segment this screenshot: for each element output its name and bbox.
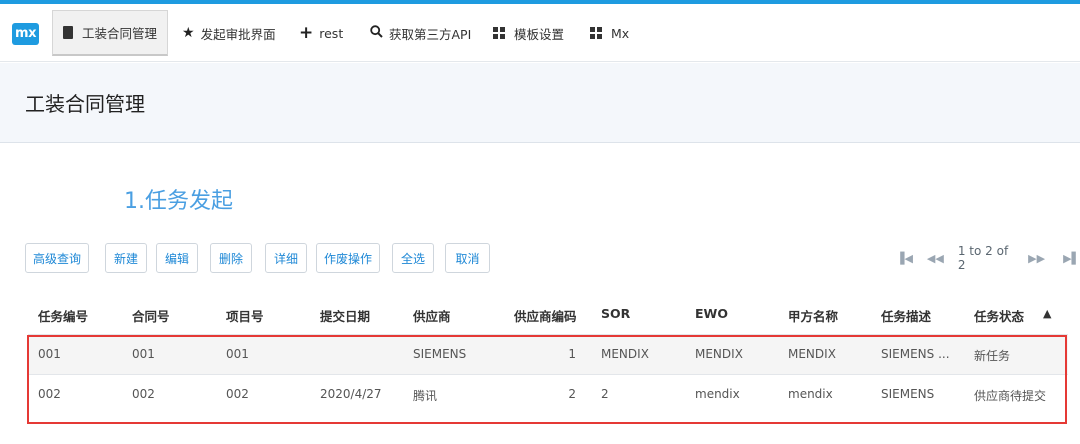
new-button[interactable]: 新建 xyxy=(105,243,147,273)
grid-icon xyxy=(590,27,602,39)
pagination-status: 1 to 2 of 2 xyxy=(957,244,1009,272)
column-header[interactable]: 任务编号 xyxy=(38,306,88,325)
table-cell: 002 xyxy=(226,387,249,401)
table-cell: SIEMENS xyxy=(413,347,467,361)
table-row[interactable]: 001 001 001 SIEMENS 1 MENDIX MENDIX MEND… xyxy=(28,334,1068,374)
void-operation-button[interactable]: 作废操作 xyxy=(316,243,380,273)
previous-page-icon[interactable]: ◀◀ xyxy=(927,252,944,265)
pagination: ▐◀ ◀◀ 1 to 2 of 2 ▶▶ ▶▌ xyxy=(896,244,1080,272)
column-header[interactable]: 项目号 xyxy=(226,306,264,325)
sort-ascending-icon[interactable]: ▲ xyxy=(1043,307,1051,320)
star-icon: ★ xyxy=(182,25,195,41)
table-cell: 供应商待提交 xyxy=(974,389,1047,403)
nav-item-label: 获取第三方API xyxy=(389,26,472,42)
nav-item-third-party-api[interactable]: 获取第三方API xyxy=(370,10,471,56)
detail-button[interactable]: 详细 xyxy=(265,243,307,273)
table-cell: MENDIX xyxy=(601,347,649,361)
column-header[interactable]: 供应商 xyxy=(413,306,451,325)
table-cell: 1 xyxy=(568,347,576,361)
top-navbar: mx 工装合同管理 ★ 发起审批界面 + rest 获取第三方API 模板设置 … xyxy=(0,4,1080,62)
app-logo[interactable]: mx xyxy=(12,23,39,45)
last-page-icon[interactable]: ▶▌ xyxy=(1063,252,1080,265)
select-all-button[interactable]: 全选 xyxy=(392,243,434,273)
delete-button[interactable]: 删除 xyxy=(210,243,252,273)
table-cell: mendix xyxy=(695,387,740,401)
table-cell: 腾讯 xyxy=(413,389,438,403)
column-header[interactable]: 供应商编码 xyxy=(514,306,577,325)
cancel-button[interactable]: 取消 xyxy=(445,243,490,273)
table-cell: mendix xyxy=(788,387,833,401)
nav-item-approval[interactable]: ★ 发起审批界面 xyxy=(182,10,276,56)
nav-item-rest[interactable]: + rest xyxy=(299,10,343,56)
column-header[interactable]: 任务状态 xyxy=(974,306,1024,325)
table-row[interactable]: 002 002 002 2020/4/27 腾讯 2 2 mendix mend… xyxy=(28,374,1068,414)
grid-icon xyxy=(493,27,505,39)
column-header[interactable]: 甲方名称 xyxy=(788,306,838,325)
table-header: 任务编号 合同号 项目号 提交日期 供应商 供应商编码 SOR EWO 甲方名称… xyxy=(28,294,1068,334)
nav-item-label: Mx xyxy=(611,25,630,41)
table-cell: 002 xyxy=(132,387,155,401)
column-header[interactable]: 提交日期 xyxy=(320,306,370,325)
table-cell: 2020/4/27 xyxy=(320,387,382,401)
nav-item-contract-management[interactable]: 工装合同管理 xyxy=(52,10,169,56)
column-header[interactable]: 合同号 xyxy=(132,306,170,325)
nav-item-template-settings[interactable]: 模板设置 xyxy=(493,10,564,56)
column-header[interactable]: EWO xyxy=(695,306,728,321)
advanced-search-button[interactable]: 高级查询 xyxy=(25,243,89,273)
table-cell: 001 xyxy=(132,347,155,361)
table-cell: SIEMENS xyxy=(881,387,935,401)
table-cell: MENDIX xyxy=(695,347,743,361)
next-page-icon[interactable]: ▶▶ xyxy=(1028,252,1045,265)
table-cell: 新任务 xyxy=(974,349,1011,363)
plus-icon: + xyxy=(299,22,314,43)
table-cell: SIEMENS ... xyxy=(881,347,950,361)
nav-item-label: 模板设置 xyxy=(514,26,565,42)
column-header[interactable]: 任务描述 xyxy=(881,306,931,325)
nav-item-label: 工装合同管理 xyxy=(82,26,158,41)
table-cell: 001 xyxy=(226,347,249,361)
table-cell: 2 xyxy=(601,387,609,401)
edit-button[interactable]: 编辑 xyxy=(156,243,198,273)
table-cell: 001 xyxy=(38,347,61,361)
column-header[interactable]: SOR xyxy=(601,306,630,321)
page-title: 工装合同管理 xyxy=(25,92,145,116)
first-page-icon[interactable]: ▐◀ xyxy=(896,252,913,265)
page-header: 工装合同管理 xyxy=(0,63,1080,143)
nav-item-label: rest xyxy=(319,25,344,41)
nav-item-mx[interactable]: Mx xyxy=(590,10,629,56)
table-cell: 2 xyxy=(568,387,576,401)
nav-item-label: 发起审批界面 xyxy=(200,26,276,42)
section-title: 1.任务发起 xyxy=(124,189,233,214)
book-icon xyxy=(63,26,73,39)
table-cell: MENDIX xyxy=(788,347,836,361)
table-cell: 002 xyxy=(38,387,61,401)
search-icon xyxy=(370,25,383,41)
